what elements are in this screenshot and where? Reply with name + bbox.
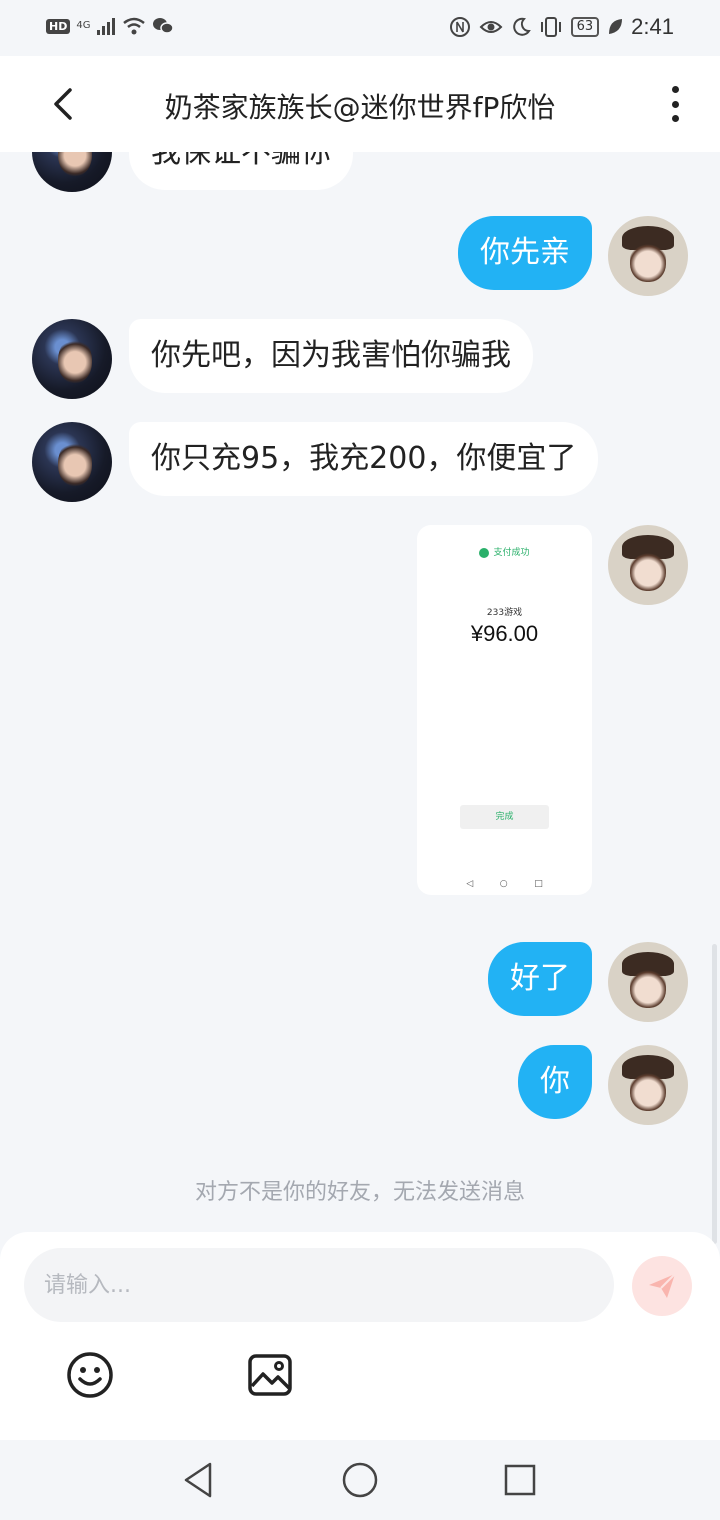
message-bubble-incoming[interactable]: 你只充95，我充200，你便宜了 — [129, 422, 599, 496]
more-button[interactable] — [660, 82, 690, 126]
payment-merchant: 233游戏 — [486, 608, 523, 618]
triangle-back-icon — [184, 1462, 212, 1498]
back-arrow-icon — [54, 88, 72, 120]
back-button[interactable] — [46, 84, 86, 124]
system-nav-bar — [0, 1440, 720, 1520]
emoji-button[interactable] — [65, 1350, 115, 1400]
scrollbar[interactable] — [712, 944, 717, 1244]
status-left: HD 4G — [46, 16, 175, 36]
page-title: 奶茶家族族长@迷你世界fP欣怡 — [164, 91, 556, 124]
leaf-icon — [609, 19, 623, 34]
hd-badge: HD — [46, 18, 71, 34]
signal-icon — [97, 18, 116, 35]
circle-home-icon — [342, 1462, 378, 1498]
message-bubble-outgoing[interactable]: 你先亲 — [458, 216, 592, 290]
chat-header: 奶茶家族族长@迷你世界fP欣怡 — [0, 56, 720, 152]
avatar-self[interactable] — [608, 1045, 688, 1125]
triangle-icon: ◁ — [466, 879, 474, 889]
message-input[interactable] — [24, 1248, 614, 1322]
nav-recents-button[interactable] — [498, 1458, 542, 1502]
status-right: 63 2:41 — [449, 14, 674, 40]
more-vertical-icon — [671, 86, 679, 93]
battery-level: 63 — [570, 17, 600, 37]
eye-comfort-icon — [479, 21, 503, 33]
message-list[interactable]: 我保证不骗你 你先亲 你先吧，因为我害怕你骗我 你只充95，我充200，你便宜了… — [0, 152, 720, 1232]
nfc-icon — [449, 17, 470, 37]
vibrate-icon — [540, 17, 561, 37]
image-message[interactable]: 支付成功 233游戏 ¥96.00 完成 ◁ ○ □ — [417, 525, 592, 895]
payment-status: 支付成功 — [417, 545, 592, 558]
check-icon — [479, 547, 490, 558]
status-bar: HD 4G 63 2:41 — [0, 0, 720, 56]
send-icon — [649, 1273, 676, 1298]
circle-icon: ○ — [499, 879, 508, 889]
clock: 2:41 — [631, 14, 674, 39]
emoji-icon — [67, 1352, 113, 1398]
not-friend-notice: 对方不是你的好友，无法发送消息 — [194, 1180, 525, 1205]
message-bubble-outgoing[interactable]: 好了 — [488, 942, 592, 1016]
square-icon: □ — [534, 879, 543, 889]
avatar-self[interactable] — [608, 942, 688, 1022]
moon-icon — [512, 17, 531, 36]
avatar-other[interactable] — [32, 422, 112, 502]
composer-panel — [0, 1232, 720, 1440]
avatar-other[interactable] — [32, 152, 112, 192]
avatar-other[interactable] — [32, 319, 112, 399]
message-bubble-incoming[interactable]: 你先吧，因为我害怕你骗我 — [129, 319, 533, 393]
wifi-icon — [123, 17, 146, 35]
payment-amount: ¥96.00 — [470, 621, 539, 646]
image-icon — [248, 1354, 292, 1396]
nav-back-button[interactable] — [178, 1458, 222, 1502]
message-bubble-outgoing[interactable]: 你 — [518, 1045, 592, 1119]
avatar-self[interactable] — [608, 216, 688, 296]
screenshot-status-bar — [425, 529, 584, 537]
nav-home-button[interactable] — [338, 1458, 382, 1502]
send-button[interactable] — [632, 1256, 692, 1316]
square-recents-icon — [504, 1464, 536, 1496]
image-picker-button[interactable] — [245, 1350, 295, 1400]
screenshot-nav: ◁ ○ □ — [417, 879, 592, 889]
payment-done-button: 完成 — [460, 805, 549, 829]
message-bubble-incoming[interactable]: 我保证不骗你 — [129, 152, 353, 190]
wechat-icon — [153, 18, 175, 34]
avatar-self[interactable] — [608, 525, 688, 605]
network-type: 4G — [76, 20, 91, 31]
